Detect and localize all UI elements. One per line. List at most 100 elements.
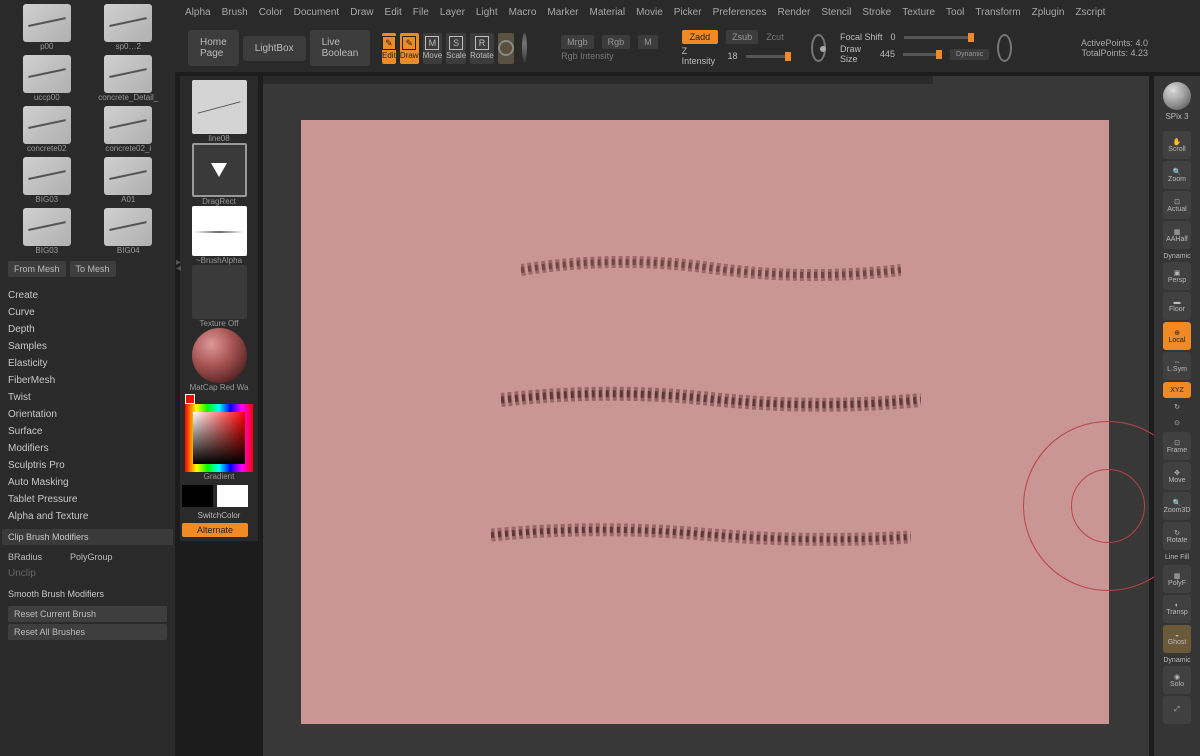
menu-fibermesh[interactable]: FiberMesh xyxy=(8,372,167,389)
ghost-button[interactable]: ◒Ghost xyxy=(1163,625,1191,653)
menu-texture[interactable]: Texture xyxy=(902,7,935,18)
clip-brush-title[interactable]: Clip Brush Modifiers xyxy=(2,529,173,545)
panel-divider[interactable]: ▸◂ xyxy=(176,260,182,300)
brush-thumb[interactable]: concrete02_i xyxy=(90,106,168,153)
menu-light[interactable]: Light xyxy=(476,7,498,18)
draw-button[interactable]: ✎Draw xyxy=(400,33,419,64)
material-selector[interactable]: MatCap Red Wa xyxy=(182,328,256,392)
rotate-view-button[interactable]: ↻Rotate xyxy=(1163,522,1191,550)
menu-sculptris[interactable]: Sculptris Pro xyxy=(8,457,167,474)
menu-edit[interactable]: Edit xyxy=(385,7,402,18)
menu-brush[interactable]: Brush xyxy=(222,7,248,18)
unclip[interactable]: Unclip xyxy=(8,565,167,582)
floor-button[interactable]: ▬Floor xyxy=(1163,292,1191,320)
stroke-selector[interactable]: DragRect xyxy=(182,143,256,206)
canvas[interactable] xyxy=(301,120,1109,724)
rgb-toggle[interactable]: Rgb xyxy=(602,35,631,49)
menu-orientation[interactable]: Orientation xyxy=(8,406,167,423)
menu-twist[interactable]: Twist xyxy=(8,389,167,406)
polyframe-button[interactable]: ▦PolyF xyxy=(1163,565,1191,593)
brush-thumb[interactable]: uccp00 xyxy=(8,55,86,102)
spix-label[interactable]: SPix 3 xyxy=(1165,112,1188,121)
menu-layer[interactable]: Layer xyxy=(440,7,465,18)
smooth-brush-title[interactable]: Smooth Brush Modifiers xyxy=(2,586,173,602)
menu-render[interactable]: Render xyxy=(778,7,811,18)
menu-curve[interactable]: Curve xyxy=(8,304,167,321)
brush-thumb[interactable]: sp0…2 xyxy=(90,4,168,51)
menu-surface[interactable]: Surface xyxy=(8,423,167,440)
zcut-toggle[interactable]: Zcut xyxy=(766,32,784,42)
menu-zplugin[interactable]: Zplugin xyxy=(1032,7,1065,18)
menu-tool[interactable]: Tool xyxy=(946,7,964,18)
menu-samples[interactable]: Samples xyxy=(8,338,167,355)
switchcolor-label[interactable]: SwitchColor xyxy=(182,511,256,520)
move-button[interactable]: MMove xyxy=(423,33,443,64)
brush-thumb[interactable]: BIG04 xyxy=(90,208,168,255)
extra-button[interactable]: ⤢ xyxy=(1163,696,1191,724)
to-mesh-button[interactable]: To Mesh xyxy=(70,261,116,277)
viewport-scrollbar[interactable] xyxy=(263,76,933,84)
menu-depth[interactable]: Depth xyxy=(8,321,167,338)
xyz-button[interactable]: XYZ xyxy=(1163,382,1191,398)
menu-alpha[interactable]: Alpha xyxy=(185,7,211,18)
alpha-selector[interactable]: line08 xyxy=(182,80,256,143)
menu-marker[interactable]: Marker xyxy=(547,7,578,18)
menu-transform[interactable]: Transform xyxy=(975,7,1020,18)
zsub-toggle[interactable]: Zsub xyxy=(726,30,758,44)
menu-elasticity[interactable]: Elasticity xyxy=(8,355,167,372)
brush-thumb[interactable]: BIG03 xyxy=(8,157,86,204)
brush-thumb[interactable]: p00 xyxy=(8,4,86,51)
lightbox-button[interactable]: LightBox xyxy=(243,36,306,61)
current-color-swatch[interactable] xyxy=(185,394,195,404)
menu-tablet[interactable]: Tablet Pressure xyxy=(8,491,167,508)
bpr-button[interactable]: BPR xyxy=(1163,82,1191,110)
brush-thumb[interactable]: concrete_Detail_ xyxy=(90,55,168,102)
bradius[interactable]: BRadius xyxy=(8,552,42,562)
alternate-button[interactable]: Alternate xyxy=(182,523,248,537)
m-toggle[interactable]: M xyxy=(638,35,658,49)
white-swatch[interactable] xyxy=(217,485,248,507)
zoom-button[interactable]: 🔍Zoom xyxy=(1163,161,1191,189)
from-mesh-button[interactable]: From Mesh xyxy=(8,261,66,277)
menu-macro[interactable]: Macro xyxy=(509,7,537,18)
menu-movie[interactable]: Movie xyxy=(636,7,663,18)
mrgb-toggle[interactable]: Mrgb xyxy=(561,35,594,49)
menu-stencil[interactable]: Stencil xyxy=(821,7,851,18)
reset-all-button[interactable]: Reset All Brushes xyxy=(8,624,167,640)
reset-current-button[interactable]: Reset Current Brush xyxy=(8,606,167,622)
edit-button[interactable]: ✎Edit xyxy=(382,33,396,64)
dynamic-toggle[interactable]: Dynamic xyxy=(950,49,989,60)
persp-button[interactable]: ▣Persp xyxy=(1163,262,1191,290)
menu-alpha[interactable]: Alpha and Texture xyxy=(8,508,167,525)
local-button[interactable]: ⊕Local xyxy=(1163,322,1191,350)
brush-thumb[interactable]: concrete02 xyxy=(8,106,86,153)
menu-preferences[interactable]: Preferences xyxy=(713,7,767,18)
polygroup[interactable]: PolyGroup xyxy=(70,552,113,562)
transp-button[interactable]: ◐Transp xyxy=(1163,595,1191,623)
black-swatch[interactable] xyxy=(182,485,213,507)
dial-icon[interactable] xyxy=(811,34,826,62)
lsym-button[interactable]: ⇔L.Sym xyxy=(1163,352,1191,380)
scale-button[interactable]: SScale xyxy=(446,33,466,64)
actual-button[interactable]: ⊡Actual xyxy=(1163,191,1191,219)
menu-modifiers[interactable]: Modifiers xyxy=(8,440,167,457)
zadd-toggle[interactable]: Zadd xyxy=(682,30,719,44)
menu-color[interactable]: Color xyxy=(259,7,283,18)
aahalf-button[interactable]: ▦AAHalf xyxy=(1163,221,1191,249)
gradient-label[interactable]: Gradient xyxy=(204,472,235,481)
brush-thumb[interactable]: BIG03 xyxy=(8,208,86,255)
color-picker[interactable] xyxy=(185,404,253,472)
axis-z-button[interactable]: ⊙ xyxy=(1163,416,1191,430)
gizmo-button[interactable] xyxy=(498,33,514,64)
axis-y-button[interactable]: ↻ xyxy=(1163,400,1191,414)
solo-button[interactable]: ◉Solo xyxy=(1163,666,1191,694)
dial-icon-2[interactable] xyxy=(997,34,1012,62)
menu-file[interactable]: File xyxy=(413,7,429,18)
liveboolean-button[interactable]: Live Boolean xyxy=(310,30,371,66)
frame-button[interactable]: ⊡Frame xyxy=(1163,432,1191,460)
scroll-button[interactable]: ✋Scroll xyxy=(1163,131,1191,159)
zoom3d-button[interactable]: 🔍Zoom3D xyxy=(1163,492,1191,520)
texture-selector[interactable]: Texture Off xyxy=(182,265,256,328)
brushalpha-selector[interactable]: ~BrushAlpha xyxy=(182,206,256,265)
material-sphere[interactable] xyxy=(522,33,527,63)
